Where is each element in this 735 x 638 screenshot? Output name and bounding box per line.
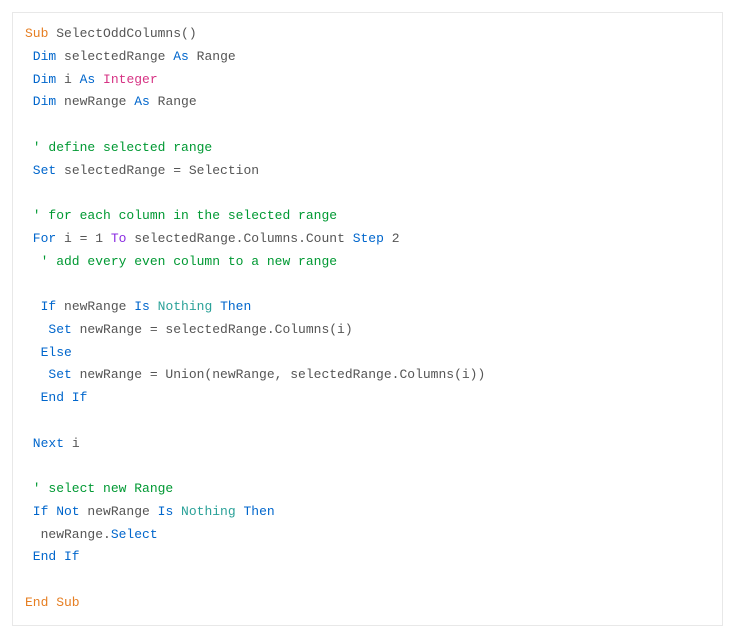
code-text: newRange — [56, 94, 134, 109]
code-line: End If — [25, 546, 710, 569]
keyword-as: As — [80, 72, 96, 87]
keyword-not: Not — [48, 504, 79, 519]
code-text: newRange = selectedRange.Columns(i) — [72, 322, 353, 337]
keyword-then: Then — [243, 504, 274, 519]
code-text: newRange = Union(newRange, selectedRange… — [72, 367, 485, 382]
code-line: End If — [25, 387, 710, 410]
keyword-select: Select — [111, 527, 158, 542]
keyword-endsub: End Sub — [25, 595, 80, 610]
keyword-set: Set — [25, 322, 72, 337]
keyword-is: Is — [134, 299, 150, 314]
blank-line — [25, 410, 710, 433]
code-line: Dim selectedRange As Range — [25, 46, 710, 69]
blank-line — [25, 569, 710, 592]
code-text: 2 — [384, 231, 400, 246]
keyword-set: Set — [25, 367, 72, 382]
comment: ' for each column in the selected range — [25, 208, 337, 223]
code-line: Sub SelectOddColumns() — [25, 23, 710, 46]
keyword-nothing: Nothing — [150, 299, 220, 314]
keyword-else: Else — [25, 345, 72, 360]
keyword-sub: Sub — [25, 26, 48, 41]
blank-line — [25, 114, 710, 137]
keyword-next: Next — [25, 436, 64, 451]
code-text: selectedRange.Columns.Count — [126, 231, 352, 246]
code-line: newRange.Select — [25, 524, 710, 547]
keyword-then: Then — [220, 299, 251, 314]
keyword-is: Is — [158, 504, 174, 519]
code-text: SelectOddColumns() — [48, 26, 196, 41]
code-line: For i = 1 To selectedRange.Columns.Count… — [25, 228, 710, 251]
keyword-dim: Dim — [25, 49, 56, 64]
code-text: i — [64, 436, 80, 451]
keyword-step: Step — [353, 231, 384, 246]
blank-line — [25, 273, 710, 296]
code-text: newRange — [80, 504, 158, 519]
code-text: i — [56, 72, 79, 87]
keyword-to: To — [103, 231, 126, 246]
code-line: Next i — [25, 433, 710, 456]
blank-line — [25, 455, 710, 478]
comment: ' add every even column to a new range — [25, 254, 337, 269]
comment: ' select new Range — [25, 481, 173, 496]
comment: ' define selected range — [25, 140, 212, 155]
code-text: newRange. — [25, 527, 111, 542]
code-line: Set newRange = selectedRange.Columns(i) — [25, 319, 710, 342]
keyword-type: Integer — [95, 72, 157, 87]
code-line: Set newRange = Union(newRange, selectedR… — [25, 364, 710, 387]
code-line: ' add every even column to a new range — [25, 251, 710, 274]
code-line: ' for each column in the selected range — [25, 205, 710, 228]
keyword-nothing: Nothing — [173, 504, 243, 519]
keyword-for: For — [25, 231, 56, 246]
code-line: ' define selected range — [25, 137, 710, 160]
code-block: Sub SelectOddColumns() Dim selectedRange… — [12, 12, 723, 626]
keyword-if: If — [25, 299, 56, 314]
number: 1 — [95, 231, 103, 246]
code-line: Else — [25, 342, 710, 365]
keyword-if: If — [25, 504, 48, 519]
code-line: If newRange Is Nothing Then — [25, 296, 710, 319]
code-text: i = — [56, 231, 95, 246]
blank-line — [25, 182, 710, 205]
keyword-set: Set — [25, 163, 56, 178]
code-line: ' select new Range — [25, 478, 710, 501]
code-text: Range — [150, 94, 197, 109]
code-text: selectedRange = Selection — [56, 163, 259, 178]
keyword-endif: End If — [25, 390, 87, 405]
code-text: newRange — [56, 299, 134, 314]
code-text: Range — [189, 49, 236, 64]
keyword-as: As — [134, 94, 150, 109]
keyword-dim: Dim — [25, 94, 56, 109]
keyword-endif: End If — [25, 549, 80, 564]
code-text: selectedRange — [56, 49, 173, 64]
code-line: Dim i As Integer — [25, 69, 710, 92]
code-line: If Not newRange Is Nothing Then — [25, 501, 710, 524]
code-line: Set selectedRange = Selection — [25, 160, 710, 183]
code-line: End Sub — [25, 592, 710, 615]
keyword-dim: Dim — [25, 72, 56, 87]
keyword-as: As — [173, 49, 189, 64]
code-line: Dim newRange As Range — [25, 91, 710, 114]
